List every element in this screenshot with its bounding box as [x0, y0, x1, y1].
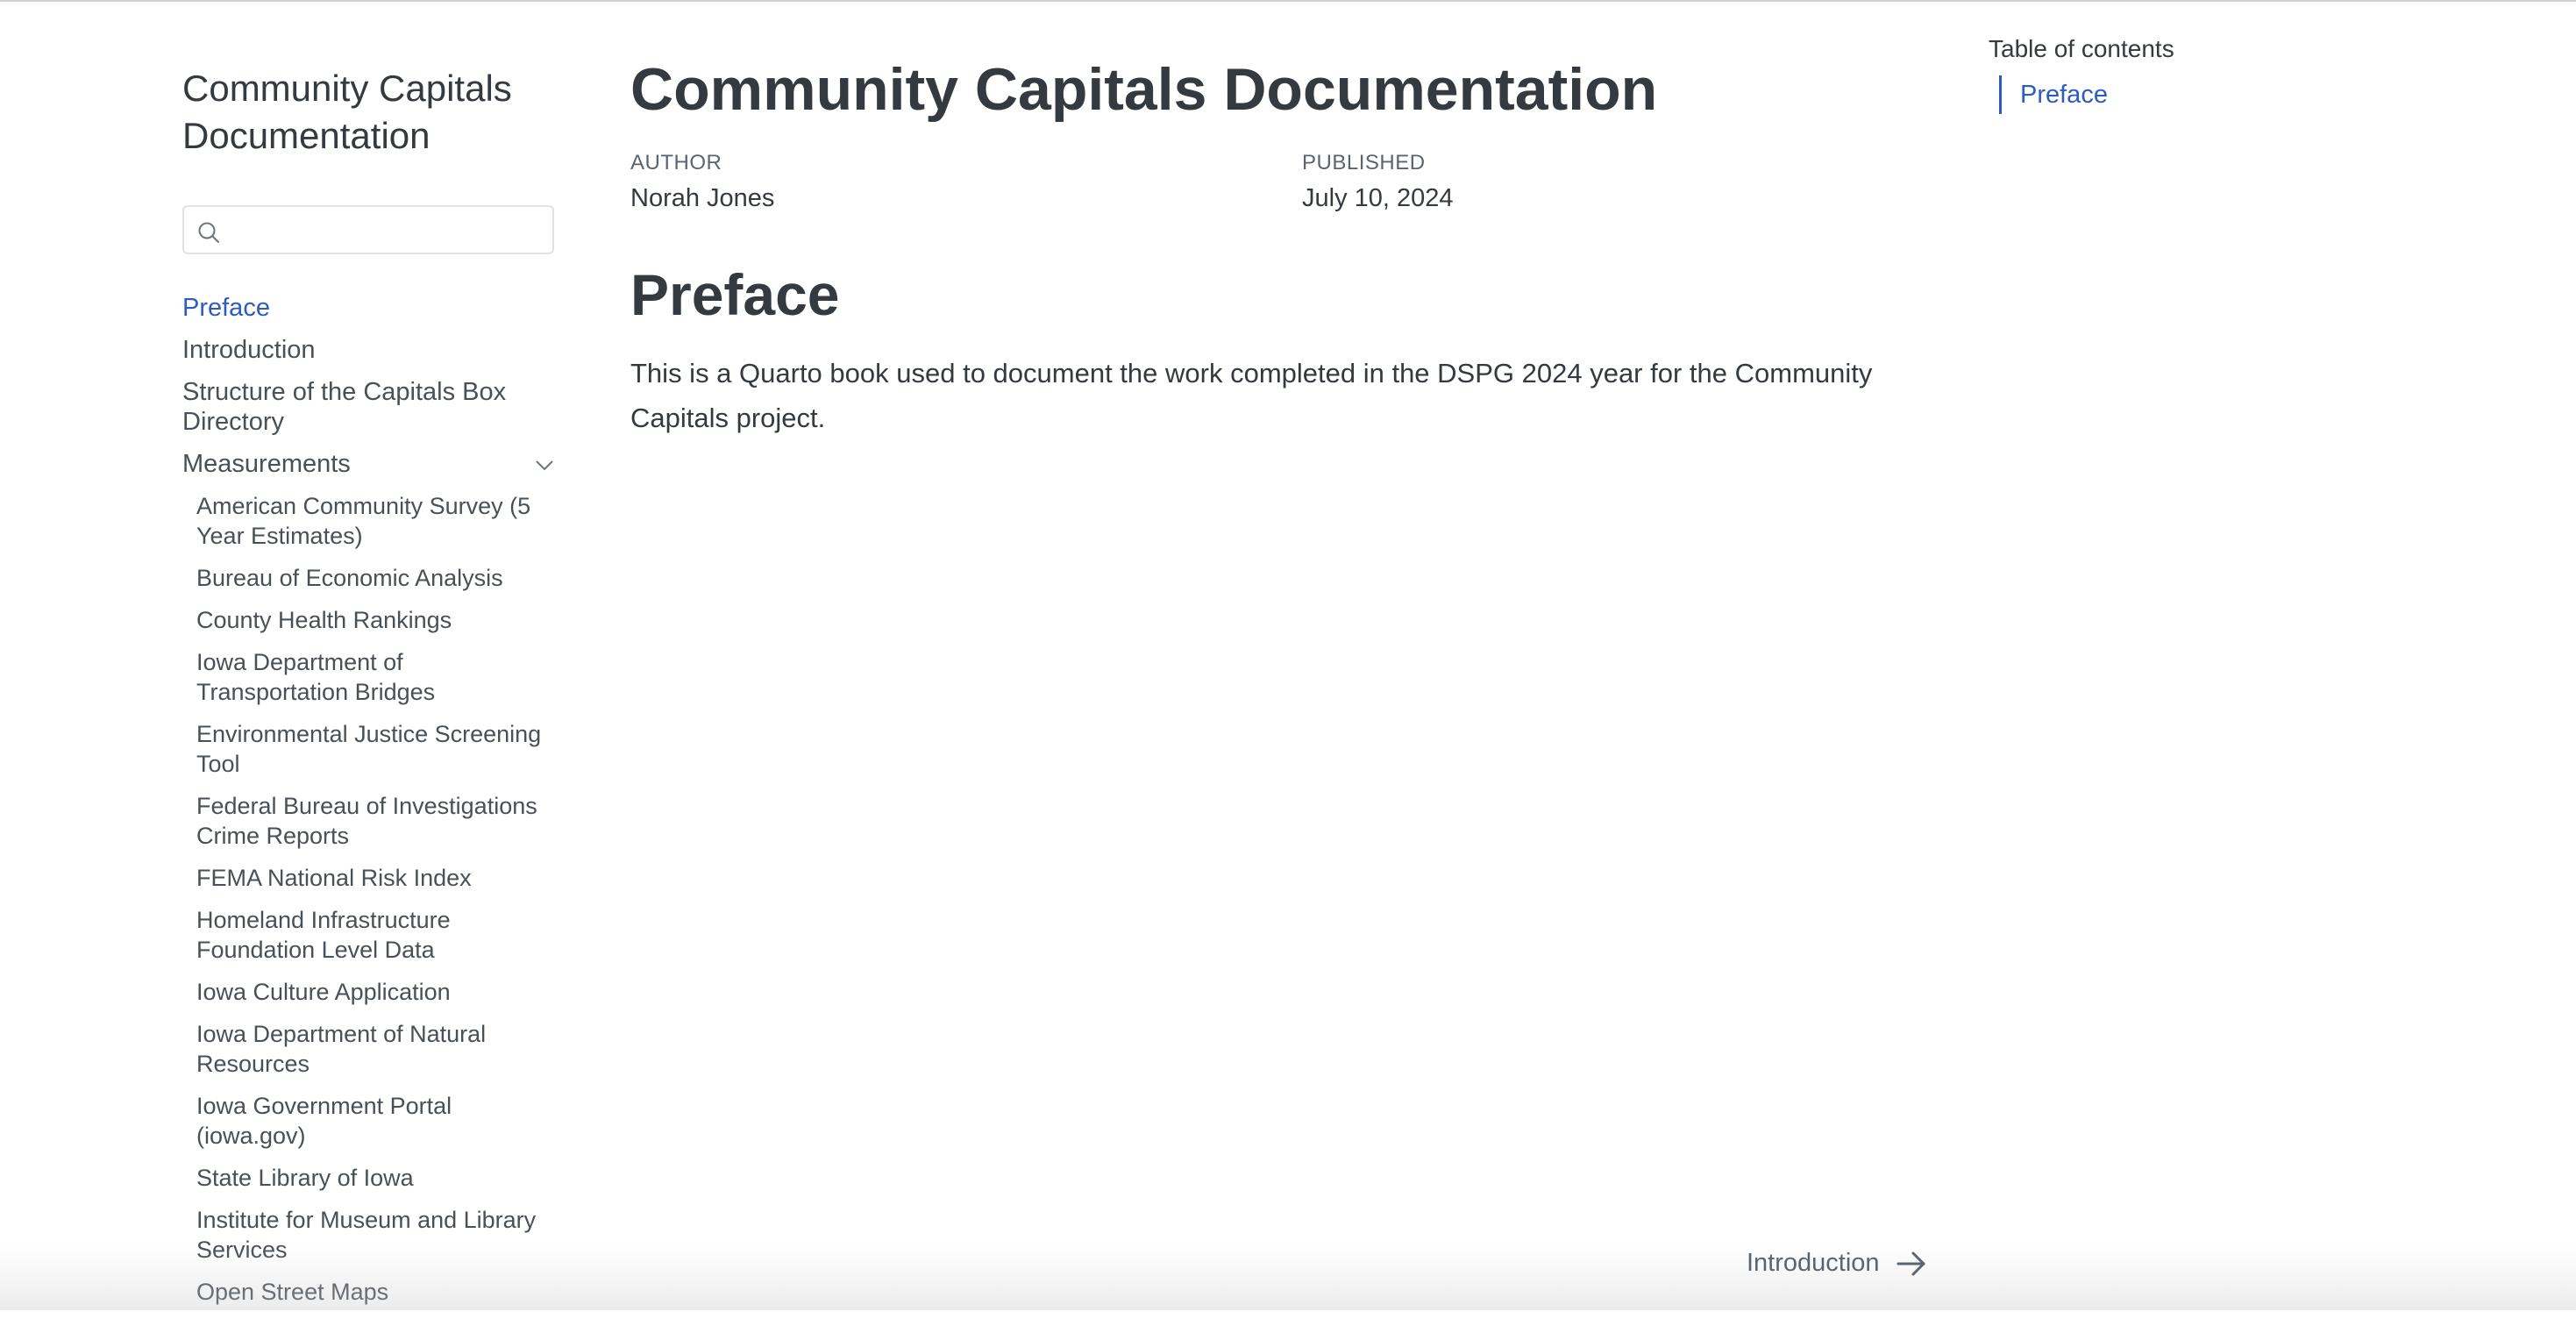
- sidebar-item-introduction[interactable]: Introduction: [182, 335, 558, 377]
- table-of-contents: Table of contents Preface: [1989, 35, 2339, 114]
- author-block: AUTHOR Norah Jones: [630, 151, 774, 213]
- sidebar-subitem-fema-nri[interactable]: FEMA National Risk Index: [182, 863, 558, 905]
- search-icon: [198, 222, 219, 243]
- window-top-border: [0, 0, 2576, 2]
- sidebar-section-measurements[interactable]: Measurements: [182, 449, 558, 491]
- sidebar-subitem-hifld[interactable]: Homeland Infrastructure Foundation Level…: [182, 905, 558, 977]
- sidebar-nav: Preface Introduction Structure of the Ca…: [182, 293, 558, 1319]
- document-meta: AUTHOR Norah Jones PUBLISHED July 10, 20…: [630, 151, 1928, 230]
- main-content: Community Capitals Documentation AUTHOR …: [630, 54, 1928, 467]
- body-paragraph: This is a Quarto book used to document t…: [630, 358, 1873, 433]
- sidebar-subitem-state-library[interactable]: State Library of Iowa: [182, 1163, 558, 1205]
- next-page-label: Introduction: [1747, 1249, 1880, 1277]
- author-label: AUTHOR: [630, 151, 722, 175]
- sidebar-subitem-ej-screen[interactable]: Environmental Justice Screening Tool: [182, 719, 558, 791]
- sidebar-subitem-county-health[interactable]: County Health Rankings: [182, 605, 558, 647]
- site-title[interactable]: Community Capitals Documentation: [182, 65, 558, 160]
- chevron-down-icon[interactable]: [535, 460, 554, 472]
- sidebar-item-structure[interactable]: Structure of the Capitals Box Directory: [182, 377, 558, 449]
- sidebar-subitem-acs[interactable]: American Community Survey (5 Year Estima…: [182, 491, 558, 563]
- toc-item-preface[interactable]: Preface: [2020, 75, 2339, 114]
- sidebar-subitem-bea[interactable]: Bureau of Economic Analysis: [182, 563, 558, 605]
- page-title: Community Capitals Documentation: [630, 56, 1658, 123]
- author-name: Norah Jones: [630, 184, 775, 212]
- sidebar-section-label: Measurements: [182, 450, 351, 478]
- sidebar-subitem-osm[interactable]: Open Street Maps: [182, 1277, 558, 1319]
- published-date: July 10, 2024: [1302, 184, 1454, 212]
- section-heading: Preface: [630, 262, 840, 327]
- next-page-link[interactable]: Introduction: [1747, 1249, 1927, 1278]
- search-box[interactable]: [182, 205, 554, 254]
- toc-list: Preface: [1999, 75, 2339, 114]
- sidebar-item-preface[interactable]: Preface: [182, 293, 558, 335]
- sidebar-subitem-iowa-culture[interactable]: Iowa Culture Application: [182, 977, 558, 1019]
- search-input[interactable]: [231, 212, 542, 249]
- sidebar-subitem-fbi-crime[interactable]: Federal Bureau of Investigations Crime R…: [182, 791, 558, 863]
- toc-title: Table of contents: [1989, 35, 2174, 62]
- sidebar-subitem-iowa-dnr[interactable]: Iowa Department of Natural Resources: [182, 1019, 558, 1091]
- sidebar-subitem-imls[interactable]: Institute for Museum and Library Service…: [182, 1205, 558, 1277]
- sidebar-subitem-iowa-dot-bridges[interactable]: Iowa Department of Transportation Bridge…: [182, 647, 558, 719]
- sidebar: Community Capitals Documentation Preface…: [182, 65, 558, 1319]
- published-block: PUBLISHED July 10, 2024: [1302, 151, 1454, 213]
- sidebar-subitem-iowa-gov[interactable]: Iowa Government Portal (iowa.gov): [182, 1091, 558, 1163]
- published-label: PUBLISHED: [1302, 151, 1426, 175]
- arrow-right-icon: [1896, 1251, 1925, 1275]
